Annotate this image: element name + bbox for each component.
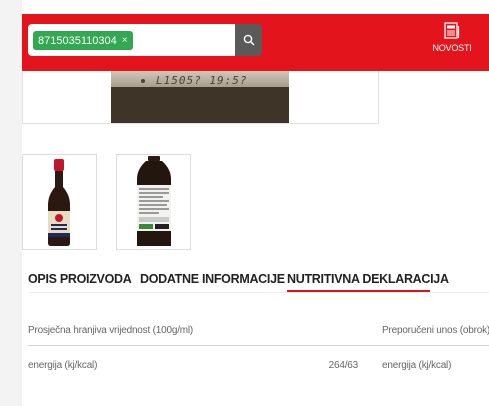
nutrition-header-divider xyxy=(28,345,489,346)
lot-code: L1505? 19:5? xyxy=(156,74,248,87)
bottle-front-image xyxy=(48,159,70,246)
product-thumbnail-front[interactable] xyxy=(22,154,97,250)
nutrition-row-recommended: energija (kj/kcal) xyxy=(382,360,452,371)
nutrition-row-name: energija (kj/kcal) xyxy=(28,360,98,371)
nutrition-header-right: Preporučeni unos (obrok) xyxy=(382,325,489,336)
bottle-dot xyxy=(141,79,145,83)
search-button[interactable] xyxy=(235,24,262,56)
search-input[interactable]: 8715035110304 × xyxy=(28,24,235,56)
close-icon[interactable]: × xyxy=(122,35,128,46)
bottle-body xyxy=(111,87,289,123)
tabs-divider xyxy=(28,292,489,293)
tab-opis-proizvoda[interactable]: OPIS PROIZVODA xyxy=(28,272,132,286)
product-tabs: OPIS PROIZVODA DODATNE INFORMACIJE NUTRI… xyxy=(28,268,489,292)
nutrition-header-left: Prosječna hranjiva vrijednost (100g/ml) xyxy=(28,325,194,336)
newspaper-icon xyxy=(444,22,460,39)
site-header: 8715035110304 × NOVOSTI xyxy=(22,14,489,71)
tab-nutritivna-deklaracija[interactable]: NUTRITIVNA DEKLARACIJA xyxy=(287,272,449,286)
search-tag-label: 8715035110304 xyxy=(38,34,117,47)
news-label: NOVOSTI xyxy=(432,43,472,53)
nutrition-row-value: 264/63 xyxy=(328,360,359,371)
search-icon xyxy=(243,34,255,46)
product-main-image[interactable]: L1505? 19:5? xyxy=(22,71,379,124)
news-link[interactable]: NOVOSTI xyxy=(427,22,477,64)
bottle-back-image xyxy=(137,156,171,246)
search-tag: 8715035110304 × xyxy=(33,31,133,50)
product-thumbnail-back[interactable] xyxy=(116,154,191,250)
page: 8715035110304 × NOVOSTI L1505? 19:5? OPI… xyxy=(0,0,489,406)
tab-dodatne-informacije[interactable]: DODATNE INFORMACIJE xyxy=(140,272,285,286)
